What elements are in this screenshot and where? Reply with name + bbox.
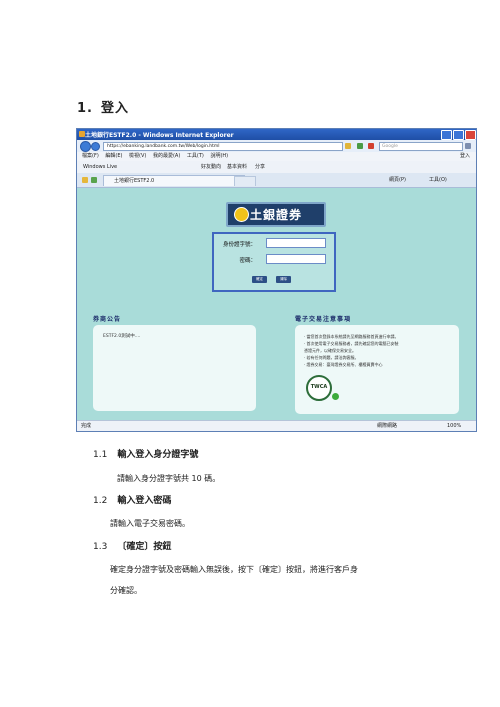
back-button[interactable] [80, 141, 91, 152]
subsection-text: 請輸入電子交易密碼。 [110, 519, 190, 528]
links-item-profile[interactable]: 基本資料 [227, 161, 247, 173]
links-item-friends[interactable]: 好友動向 [201, 161, 221, 173]
menu-help[interactable]: 說明(H) [210, 153, 228, 159]
id-input[interactable] [266, 238, 326, 248]
subsection-number: 1.3 [93, 542, 108, 552]
heading-title: 登入 [100, 101, 129, 116]
announcement-text: ESTF2.0測試中.... [103, 334, 141, 339]
favorites-star-icon[interactable] [82, 177, 88, 183]
tools-page[interactable]: 網頁(P) [389, 175, 406, 185]
notice-panel: ‧ 當您首次登錄本系統請先至網路服務首頁進行申請。 ‧ 首次使用電子交易服務者，… [295, 325, 459, 414]
tab-bar: 土地銀行ESTF2.0 網頁(P) 工具(O) [77, 173, 476, 188]
stop-icon[interactable] [368, 143, 374, 149]
address-bar-row: https://ebanking.landbank.com.tw/Web/log… [77, 140, 476, 152]
close-button[interactable] [465, 130, 476, 140]
notice-item: ‧ 當您首次登錄本系統請先至網路服務首頁進行申請。 [304, 334, 399, 339]
windows-live-label[interactable]: Windows Live [83, 164, 117, 170]
tools-tools[interactable]: 工具(O) [429, 175, 447, 185]
notice-item: ‧ 證券交易：臺灣證券交易所、櫃檯買賣中心 [304, 362, 383, 367]
announcement-heading: 券商公告 [93, 316, 122, 323]
subsection-title: 〔確定〕按鈕 [117, 542, 172, 552]
window-title: 土地銀行ESTF2.0 - Windows Internet Explorer [85, 132, 234, 139]
zoom-level[interactable]: 100% [447, 421, 461, 431]
refresh-icon[interactable] [357, 143, 363, 149]
subsection-heading: 1.3 〔確定〕按鈕 [93, 539, 171, 552]
clear-button[interactable]: 清除 [276, 276, 291, 283]
tab-active[interactable]: 土地銀行ESTF2.0 [103, 175, 245, 186]
maximize-button[interactable] [453, 130, 464, 140]
window-titlebar: 土地銀行ESTF2.0 - Windows Internet Explorer [77, 129, 476, 140]
section-heading: 1. 登入 [77, 97, 129, 116]
subsection-heading: 1.2 輸入登入密碼 [93, 493, 171, 506]
logo-text: 土銀證券 [250, 208, 303, 222]
notice-list: ‧ 當您首次登錄本系統請先至網路服務首頁進行申請。 ‧ 首次使用電子交易服務者，… [304, 333, 454, 368]
subsection-text-line: 分確認。 [110, 586, 142, 595]
subsection-number: 1.1 [93, 450, 108, 460]
subsection-text: 請輸入身分證字號共 10 碼。 [117, 474, 221, 483]
checkmark-icon [332, 393, 339, 400]
subsection-heading: 1.1 輸入登入身分證字號 [93, 447, 198, 460]
status-zone: 網際網路 [377, 423, 398, 429]
new-tab-button[interactable] [234, 176, 256, 186]
menu-favorites[interactable]: 我的最愛(A) [153, 153, 180, 159]
subsection-title: 輸入登入密碼 [117, 496, 172, 506]
menu-view[interactable]: 檢視(V) [129, 153, 146, 159]
menu-bar: 檔案(F) 編輯(E) 檢視(V) 我的最愛(A) 工具(T) 說明(H) 登入 [77, 152, 476, 161]
status-text: 完成 [81, 423, 92, 429]
twca-seal: TWCA [306, 375, 332, 401]
browser-screenshot: 土地銀行ESTF2.0 - Windows Internet Explorer … [76, 128, 477, 432]
subsection-number: 1.2 [93, 496, 108, 506]
login-form: 身份證字號： 密碼： 確定 清除 [212, 232, 336, 292]
login-link[interactable]: 登入 [460, 152, 470, 161]
menu-file[interactable]: 檔案(F) [82, 153, 99, 159]
notice-item: ‧ 首次使用電子交易服務者，請先確認您的電腦已安裝 [304, 341, 399, 346]
logo-emblem-icon [234, 207, 249, 222]
minimize-button[interactable] [441, 130, 452, 140]
heading-number: 1. [77, 101, 93, 116]
status-bar: 完成 網際網路 100% [77, 420, 476, 431]
subsection-text-line: 確定身分證字號及密碼輸入無誤後，按下〔確定〕按鈕，將進行客戶身 [110, 565, 358, 574]
links-item-share[interactable]: 分享 [255, 161, 265, 173]
subsection-title: 輸入登入身分證字號 [117, 450, 199, 460]
announcement-panel: ESTF2.0測試中.... [93, 325, 256, 411]
password-input[interactable] [266, 254, 326, 264]
links-bar: Windows Live 好友動向 基本資料 分享 [77, 161, 476, 173]
lock-icon [345, 143, 351, 149]
page-content: 土銀證券 身份證字號： 密碼： 確定 清除 券商公告 電子交易注意事項 ESTF… [77, 188, 476, 420]
id-label: 身份證字號： [222, 242, 256, 248]
password-label: 密碼： [239, 258, 256, 264]
logo: 土銀證券 [226, 202, 326, 227]
notice-item: 憑證元件，以確保交易安全。 [304, 348, 356, 353]
notice-heading: 電子交易注意事項 [295, 316, 352, 323]
address-input[interactable]: https://ebanking.landbank.com.tw/Web/log… [103, 142, 343, 151]
search-input[interactable]: Google [379, 142, 463, 151]
confirm-button[interactable]: 確定 [252, 276, 267, 283]
forward-button[interactable] [91, 142, 100, 151]
menu-edit[interactable]: 編輯(E) [105, 153, 122, 159]
add-favorites-icon[interactable] [91, 177, 97, 183]
menu-tools[interactable]: 工具(T) [187, 153, 204, 159]
search-icon[interactable] [465, 143, 471, 149]
notice-item: ‧ 若有任何問題，請洽詢客服。 [304, 355, 359, 360]
